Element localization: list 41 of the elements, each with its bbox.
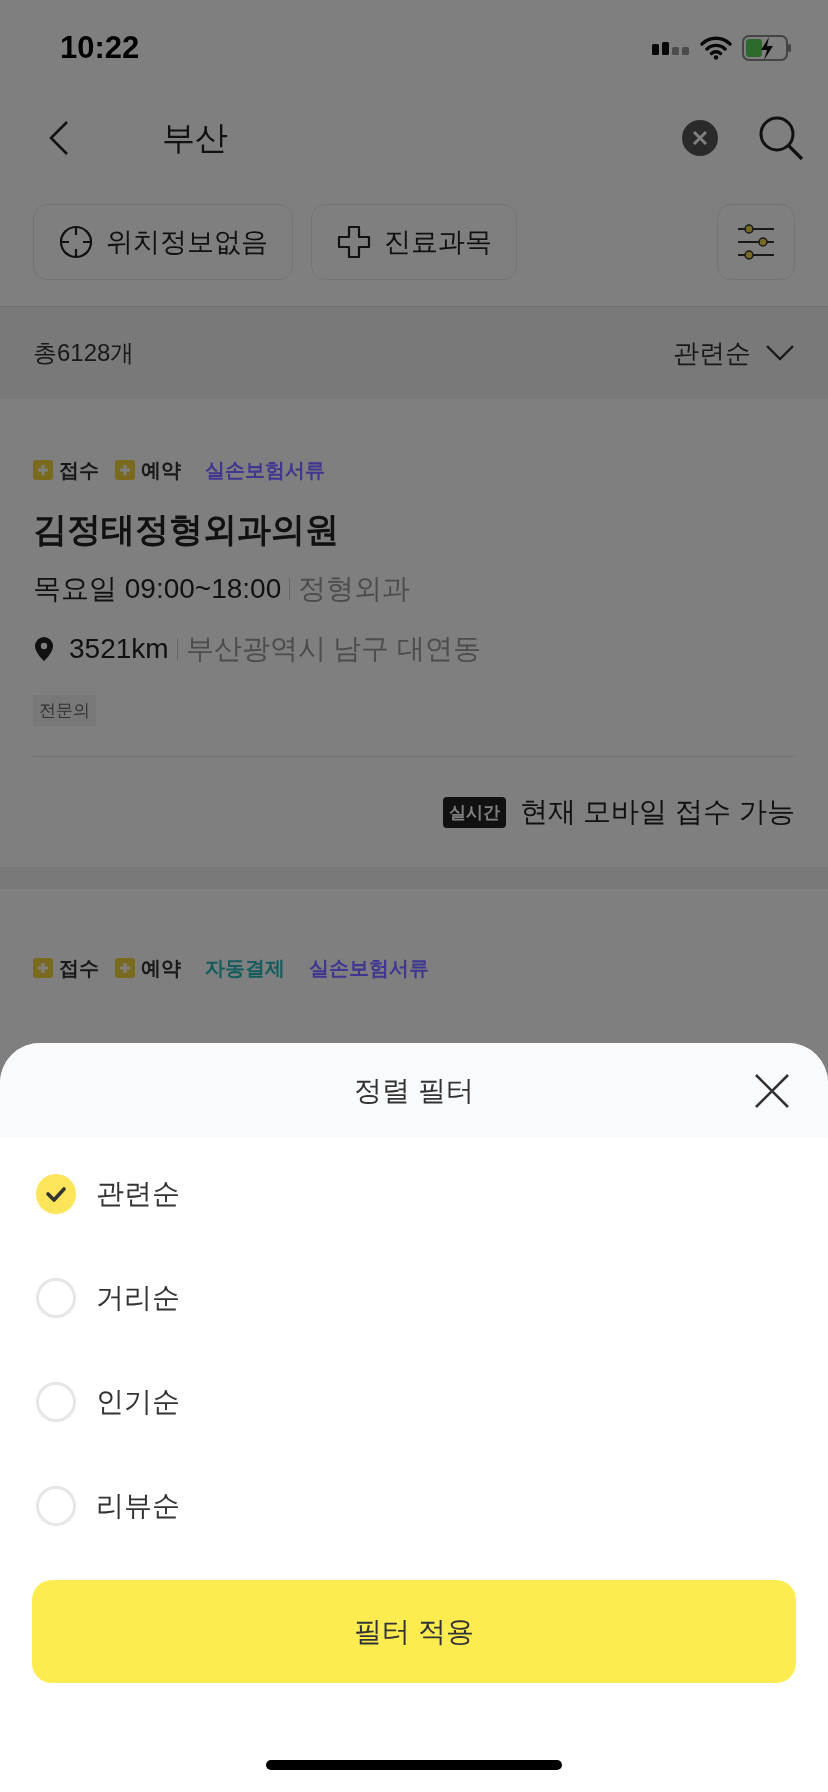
search-icon[interactable] — [758, 115, 804, 161]
result-count: 총6128개 — [33, 338, 135, 368]
feature-tag: 실손보험서류 — [205, 456, 325, 484]
cross-icon — [336, 224, 372, 260]
service-tag: 접수 — [33, 456, 99, 484]
service-tag: 접수 — [33, 954, 99, 982]
service-tag: 예약 — [115, 456, 181, 484]
clinic-name[interactable]: 김정태정형외과의원 — [33, 505, 795, 553]
search-field[interactable]: 부산 — [162, 115, 682, 161]
sliders-icon — [736, 224, 776, 260]
sort-option[interactable]: 관련순 — [0, 1142, 828, 1246]
sort-option[interactable]: 인기순 — [0, 1350, 828, 1454]
plus-icon — [115, 958, 135, 978]
sheet-title: 정렬 필터 — [354, 1073, 474, 1108]
plus-icon — [33, 460, 53, 480]
battery-icon — [742, 35, 792, 61]
clear-icon[interactable] — [682, 120, 718, 156]
service-tag: 예약 — [115, 954, 181, 982]
crosshair-icon — [58, 224, 94, 260]
status-time: 10:22 — [60, 30, 140, 66]
distance-text: 3521km — [69, 632, 169, 666]
wifi-icon — [700, 36, 732, 60]
sort-option[interactable]: 거리순 — [0, 1246, 828, 1350]
feature-tag: 자동결제 — [205, 954, 285, 982]
back-icon[interactable] — [48, 120, 70, 156]
filter-chip[interactable]: 위치정보없음 — [33, 204, 293, 280]
filter-chip[interactable]: 진료과목 — [311, 204, 517, 280]
plus-icon — [33, 958, 53, 978]
settings-button[interactable] — [717, 204, 795, 280]
availability-text: 현재 모바일 접수 가능 — [519, 795, 795, 829]
apply-button[interactable]: 필터 적용 — [32, 1580, 796, 1683]
realtime-badge: 실시간 — [442, 796, 506, 828]
signal-icon — [652, 41, 690, 55]
feature-tag: 실손보험서류 — [309, 954, 429, 982]
location-pin-icon — [33, 636, 55, 662]
plus-icon — [115, 460, 135, 480]
sort-dropdown[interactable]: 관련순 — [673, 335, 795, 371]
specialist-badge: 전문의 — [33, 695, 96, 726]
opening-hours: 목요일 09:00~18:00 — [33, 572, 282, 606]
chevron-down-icon — [765, 344, 795, 362]
sort-option[interactable]: 리뷰순 — [0, 1454, 828, 1558]
